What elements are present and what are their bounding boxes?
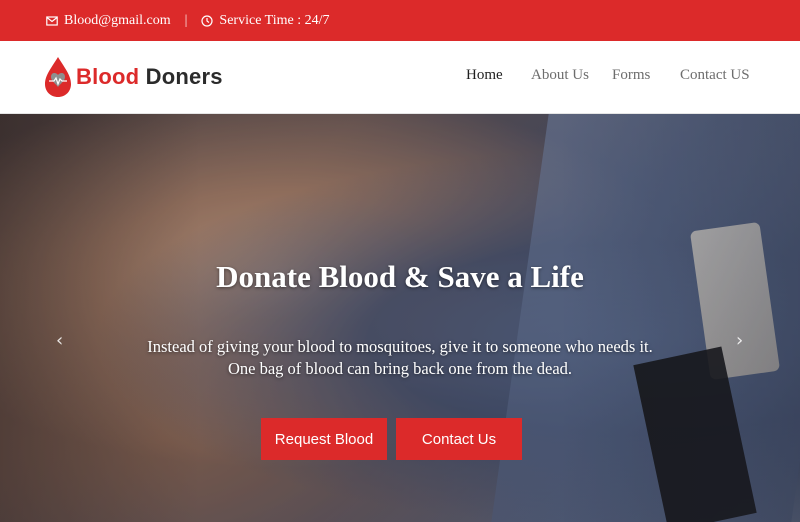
hero-carousel: ‹ › Donate Blood & Save a Life Instead o… [0,114,800,522]
hero-subtitle-line1: Instead of giving your blood to mosquito… [147,337,653,356]
hero-subtitle: Instead of giving your blood to mosquito… [0,336,800,380]
nav-home[interactable]: Home [466,67,503,84]
service-time-text: Service Time : 24/7 [219,12,330,28]
request-blood-button[interactable]: Request Blood [261,418,387,460]
hero-title: Donate Blood & Save a Life [216,259,584,294]
nav-forms[interactable]: Forms [612,67,650,84]
email-contact[interactable]: Blood@gmail.com [46,13,171,29]
contact-us-button[interactable]: Contact Us [396,418,522,460]
service-time: Service Time : 24/7 [201,13,329,29]
clock-icon [201,14,214,27]
nav-contact-us[interactable]: Contact US [680,67,750,84]
hero-subtitle-line2: One bag of blood can bring back one from… [227,359,573,378]
envelope-icon [46,15,58,26]
hero-overlay [0,114,800,522]
top-info-bar: Blood@gmail.com | Service Time : 24/7 [0,0,800,41]
email-text: Blood@gmail.com [64,12,171,28]
nav-links: Home About Us Forms Contact US [0,67,800,91]
nav-about-us[interactable]: About Us [531,67,589,84]
topbar-separator: | [184,12,188,28]
main-navbar: Blood Doners Home About Us Forms Contact… [0,41,800,114]
